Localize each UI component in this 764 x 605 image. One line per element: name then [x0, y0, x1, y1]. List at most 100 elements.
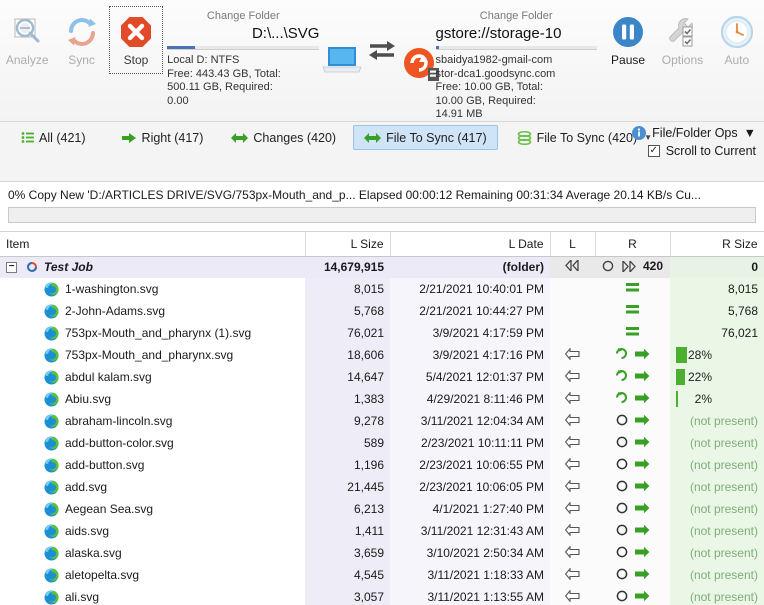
tab-changes[interactable]: Changes (420): [220, 125, 347, 150]
row-l-date: 3/11/2021 12:31:43 AM: [390, 520, 550, 542]
row-l-date: 5/4/2021 12:01:37 PM: [390, 366, 550, 388]
pause-button[interactable]: Pause: [601, 6, 655, 67]
table-row[interactable]: 1-washington.svg 8,015 2/21/2021 10:40:0…: [0, 278, 764, 300]
row-l-indicator[interactable]: [550, 432, 595, 454]
left-path[interactable]: D:\...\SVG: [167, 24, 320, 44]
job-name-cell[interactable]: − Test Job: [0, 256, 305, 278]
row-item-cell[interactable]: aletopelta.svg: [0, 564, 305, 586]
left-right-arrow-icon: [364, 132, 382, 144]
right-arrow-solid-icon: [634, 458, 650, 470]
right-change-folder-label[interactable]: Change Folder: [436, 10, 597, 24]
row-r-indicator[interactable]: [595, 498, 670, 520]
row-item-cell[interactable]: 1-washington.svg: [0, 278, 305, 300]
refresh-sync-icon: [615, 369, 628, 382]
table-row[interactable]: add-button.svg 1,196 2/23/2021 10:06:55 …: [0, 454, 764, 476]
table-row[interactable]: abraham-lincoln.svg 9,278 3/11/2021 12:0…: [0, 410, 764, 432]
col-header-l[interactable]: L: [550, 232, 596, 257]
row-item-cell[interactable]: 753px-Mouth_and_pharynx (1).svg: [0, 322, 305, 344]
table-row[interactable]: Abiu.svg 1,383 4/29/2021 8:11:46 PM 2%: [0, 388, 764, 410]
stop-button[interactable]: Stop: [108, 6, 164, 74]
row-r-indicator[interactable]: [595, 476, 670, 498]
row-l-indicator[interactable]: [550, 520, 595, 542]
row-item-cell[interactable]: abraham-lincoln.svg: [0, 410, 305, 432]
row-r-indicator[interactable]: [595, 366, 670, 388]
row-item-cell[interactable]: Abiu.svg: [0, 388, 305, 410]
row-l-indicator[interactable]: [550, 278, 595, 300]
row-l-indicator[interactable]: [550, 498, 595, 520]
swap-direction-button[interactable]: [363, 6, 401, 62]
row-item-cell[interactable]: 2-John-Adams.svg: [0, 300, 305, 322]
row-l-indicator[interactable]: [550, 542, 595, 564]
left-change-folder-label[interactable]: Change Folder: [167, 10, 319, 24]
row-r-indicator[interactable]: [595, 454, 670, 476]
row-l-indicator[interactable]: [550, 564, 595, 586]
table-row[interactable]: add.svg 21,445 2/23/2021 10:06:05 PM (no…: [0, 476, 764, 498]
tab-all[interactable]: All (421): [10, 125, 97, 150]
row-r-indicator[interactable]: [595, 410, 670, 432]
row-r-size-value: (not present): [689, 480, 758, 494]
row-item-cell[interactable]: 753px-Mouth_and_pharynx.svg: [0, 344, 305, 366]
row-r-indicator[interactable]: [595, 542, 670, 564]
tab-right[interactable]: Right (417): [111, 125, 215, 150]
scroll-to-current-checkbox[interactable]: ✓ Scroll to Current: [647, 144, 756, 158]
row-l-indicator[interactable]: [550, 366, 595, 388]
row-l-indicator[interactable]: [550, 344, 595, 366]
job-l-indicator[interactable]: [550, 256, 595, 278]
right-path[interactable]: gstore://storage-10: [436, 24, 597, 44]
row-l-indicator[interactable]: [550, 476, 595, 498]
table-row[interactable]: abdul kalam.svg 14,647 5/4/2021 12:01:37…: [0, 366, 764, 388]
table-row[interactable]: 753px-Mouth_and_pharynx.svg 18,606 3/9/2…: [0, 344, 764, 366]
row-l-size: 14,647: [305, 366, 390, 388]
col-header-l-size[interactable]: L Size: [305, 232, 391, 257]
analyze-button[interactable]: Analyze: [0, 6, 54, 67]
row-r-indicator[interactable]: [595, 344, 670, 366]
row-item-cell[interactable]: alaska.svg: [0, 542, 305, 564]
row-item-cell[interactable]: add-button.svg: [0, 454, 305, 476]
table-row[interactable]: 753px-Mouth_and_pharynx (1).svg 76,021 3…: [0, 322, 764, 344]
col-header-r[interactable]: R: [595, 232, 671, 257]
col-header-l-date[interactable]: L Date: [390, 232, 551, 257]
table-row[interactable]: aletopelta.svg 4,545 3/11/2021 1:18:33 A…: [0, 564, 764, 586]
row-r-indicator[interactable]: [595, 388, 670, 410]
row-item-cell[interactable]: add-button-color.svg: [0, 432, 305, 454]
row-r-indicator[interactable]: [595, 278, 670, 300]
sync-button[interactable]: Sync: [54, 6, 108, 67]
row-item-cell[interactable]: Aegean Sea.svg: [0, 498, 305, 520]
row-l-indicator[interactable]: [550, 586, 595, 605]
row-item-cell[interactable]: abdul kalam.svg: [0, 366, 305, 388]
col-header-r-size[interactable]: R Size: [670, 232, 764, 257]
row-l-indicator[interactable]: [550, 454, 595, 476]
table-row[interactable]: aids.svg 1,411 3/11/2021 12:31:43 AM (no…: [0, 520, 764, 542]
collapse-expander-icon[interactable]: −: [6, 261, 17, 273]
pause-button-label: Pause: [611, 53, 646, 67]
row-l-indicator[interactable]: [550, 322, 595, 344]
table-row[interactable]: alaska.svg 3,659 3/10/2021 2:50:34 AM (n…: [0, 542, 764, 564]
row-r-indicator[interactable]: [595, 322, 670, 344]
row-item-cell[interactable]: add.svg: [0, 476, 305, 498]
col-header-item[interactable]: Item: [0, 232, 306, 257]
file-folder-ops-button[interactable]: File/Folder Ops ▼: [632, 126, 756, 140]
row-item-cell[interactable]: ali.svg: [0, 586, 305, 605]
tab-file-to-sync-417[interactable]: File To Sync (417): [353, 125, 498, 150]
row-r-indicator[interactable]: [595, 300, 670, 322]
row-r-indicator[interactable]: [595, 564, 670, 586]
row-r-size-value: 8,015: [727, 282, 758, 296]
options-button[interactable]: Options: [655, 6, 709, 67]
table-row[interactable]: 2-John-Adams.svg 5,768 2/21/2021 10:44:2…: [0, 300, 764, 322]
row-r-indicator[interactable]: [595, 520, 670, 542]
table-row[interactable]: Aegean Sea.svg 6,213 4/1/2021 1:27:40 PM…: [0, 498, 764, 520]
row-item-cell[interactable]: aids.svg: [0, 520, 305, 542]
table-row[interactable]: ali.svg 3,057 3/11/2021 1:13:55 AM (not …: [0, 586, 764, 605]
row-l-indicator[interactable]: [550, 300, 595, 322]
left-arrow-outline-icon: [565, 545, 580, 558]
row-l-indicator[interactable]: [550, 410, 595, 432]
auto-button[interactable]: Auto: [710, 6, 764, 67]
table-row-job[interactable]: − Test Job 14,679,915 (folder) 420 0: [0, 256, 764, 278]
job-r-indicator[interactable]: 420: [595, 256, 670, 278]
row-r-indicator[interactable]: [595, 432, 670, 454]
row-file-name: add.svg: [65, 480, 108, 494]
table-row[interactable]: add-button-color.svg 589 2/23/2021 10:11…: [0, 432, 764, 454]
sync-file-table[interactable]: Item L Size L Date L R R Size − Test Job…: [0, 232, 764, 605]
row-r-indicator[interactable]: [595, 586, 670, 605]
row-l-indicator[interactable]: [550, 388, 595, 410]
